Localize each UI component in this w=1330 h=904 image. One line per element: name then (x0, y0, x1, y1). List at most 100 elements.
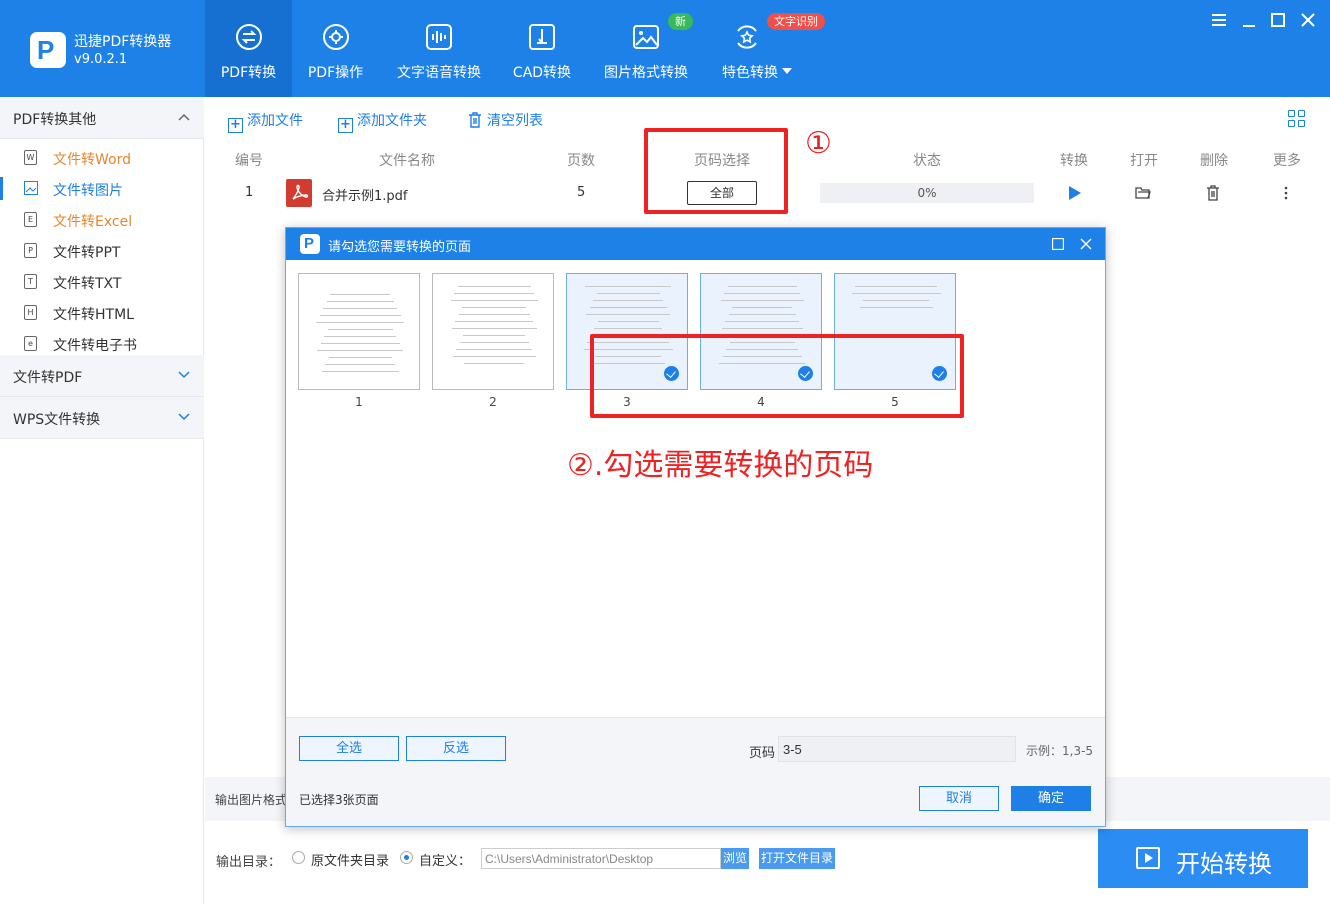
clear-list-button[interactable]: 清空列表 (468, 110, 543, 129)
word-file-icon: W (24, 150, 37, 165)
cad-icon (529, 24, 555, 50)
maximize-icon[interactable] (1268, 10, 1288, 30)
excel-file-icon: E (24, 212, 37, 227)
folder-open-icon[interactable] (1135, 185, 1151, 201)
badge-new: 新 (668, 13, 693, 30)
sidebar-item-to-ppt[interactable]: P 文件转PPT (0, 235, 204, 266)
tab-text-speech[interactable]: 文字语音转换 (390, 0, 488, 97)
plus-icon: + (228, 118, 243, 133)
grid-view-icon[interactable] (1288, 110, 1306, 128)
menu-icon[interactable] (1209, 10, 1229, 30)
sidebar-item-to-excel[interactable]: E 文件转Excel (0, 204, 204, 235)
col-header-pages: 页数 (567, 153, 595, 169)
sidebar-group-label: WPS文件转换 (13, 412, 101, 428)
thumbnail-text-line (323, 308, 397, 309)
close-icon[interactable] (1080, 238, 1092, 250)
tab-pdf-convert[interactable]: PDF转换 (205, 0, 292, 97)
thumbnail-text-line (464, 363, 524, 364)
annotation-step-one: ① (805, 126, 832, 161)
add-folder-button[interactable]: + 添加文件夹 (338, 110, 427, 133)
radio-original-label: 原文件夹目录 (311, 854, 390, 869)
confirm-button[interactable]: 确定 (1011, 786, 1091, 811)
thumbnail-text-line (597, 321, 659, 322)
page-range-label: 页码 (749, 746, 776, 761)
sidebar-item-label: 文件转TXT (53, 276, 122, 292)
thumbnail-text-line (728, 314, 796, 315)
add-file-button[interactable]: + 添加文件 (228, 110, 303, 133)
thumbnail-text-line (727, 286, 797, 287)
row-index: 1 (245, 185, 254, 200)
tab-label: 图片格式转换 (604, 65, 688, 81)
thumbnail-text-line (851, 293, 941, 294)
waveform-icon (426, 24, 452, 50)
minimize-icon[interactable] (1239, 10, 1259, 30)
chevron-down-icon (178, 371, 190, 379)
app-logo: P (300, 234, 320, 254)
cancel-button[interactable]: 取消 (919, 786, 999, 811)
select-all-button[interactable]: 全选 (299, 736, 399, 761)
more-icon[interactable] (1278, 185, 1294, 201)
dialog-title: 请勾选您需要转换的页面 (328, 240, 472, 255)
sidebar-group-wps[interactable]: WPS文件转换 (0, 397, 204, 439)
sidebar-item-to-txt[interactable]: T 文件转TXT (0, 266, 204, 297)
page-select-dialog: P 请勾选您需要转换的页面 12345 全选 反选 页码 示例：1,3-5 已选… (285, 227, 1106, 827)
sidebar-group-to-pdf[interactable]: 文件转PDF (0, 355, 204, 397)
thumbnail-text-line (455, 321, 533, 322)
close-icon[interactable] (1298, 10, 1318, 30)
thumbnail-text-line (452, 356, 536, 357)
sidebar-item-to-word[interactable]: W 文件转Word (0, 142, 204, 173)
status-progress: 0% (820, 183, 1034, 203)
col-header-delete: 删除 (1200, 153, 1228, 169)
thumbnail-text-line (451, 328, 537, 329)
open-dir-button[interactable]: 打开文件目录 (759, 848, 835, 869)
folder-plus-icon: + (338, 118, 353, 133)
col-header-index: 编号 (235, 153, 263, 169)
thumbnail-text-line (456, 349, 532, 350)
add-file-label: 添加文件 (247, 113, 303, 129)
start-convert-button[interactable]: 开始转换 (1098, 829, 1308, 888)
thumbnail-text-line (319, 315, 401, 316)
col-header-more: 更多 (1273, 153, 1301, 169)
radio-custom-folder[interactable] (400, 851, 413, 864)
dialog-title-bar: P 请勾选您需要转换的页面 (286, 228, 1105, 260)
thumbnail-text-line (596, 293, 660, 294)
thumbnail-text-line (855, 286, 937, 287)
tab-pdf-operations[interactable]: PDF操作 (292, 0, 379, 97)
thumbnail-text-line (721, 328, 803, 329)
sidebar-group-pdf-other[interactable]: PDF转换其他 (0, 97, 204, 139)
sidebar-item-to-html[interactable]: H 文件转HTML (0, 297, 204, 328)
tab-cad-convert[interactable]: CAD转换 (503, 0, 581, 97)
logo-letter: P (304, 235, 315, 252)
sidebar-item-label: 文件转Word (53, 152, 131, 168)
ebook-file-icon: e (24, 336, 37, 351)
thumbnail-text-line (720, 300, 804, 301)
sidebar-item-label: 文件转图片 (53, 183, 123, 199)
badge-ocr: 文字识别 (767, 13, 825, 30)
radio-original-folder[interactable] (292, 851, 305, 864)
thumbnail-text-line (316, 322, 404, 323)
play-box-icon (1136, 847, 1160, 869)
page-number-label: 2 (489, 395, 497, 409)
row-pages: 5 (577, 185, 586, 200)
chevron-down-icon (782, 68, 792, 74)
page-thumbnail[interactable] (298, 273, 420, 390)
selected-count: 已选择3张页面 (299, 793, 379, 807)
thumbnail-text-line (320, 343, 400, 344)
play-icon[interactable] (1066, 185, 1082, 201)
sidebar-item-to-image[interactable]: 文件转图片 (0, 173, 204, 204)
maximize-icon[interactable] (1052, 238, 1064, 250)
page-thumbnail[interactable] (432, 273, 554, 390)
thumbnail-text-line (450, 300, 538, 301)
dialog-footer: 全选 反选 页码 示例：1,3-5 已选择3张页面 取消 确定 (286, 717, 1105, 826)
output-path-input[interactable] (481, 848, 721, 869)
invert-selection-button[interactable]: 反选 (406, 736, 506, 761)
row-filename: 合并示例1.pdf (322, 189, 408, 204)
image-file-icon (24, 181, 38, 195)
col-header-open: 打开 (1130, 153, 1158, 169)
thumbnail-text-line (462, 307, 526, 308)
col-header-status: 状态 (913, 153, 941, 169)
page-range-input[interactable] (778, 736, 1016, 762)
browse-button[interactable]: 浏览 (721, 848, 749, 869)
image-icon (633, 25, 659, 49)
delete-icon[interactable] (1205, 185, 1221, 201)
